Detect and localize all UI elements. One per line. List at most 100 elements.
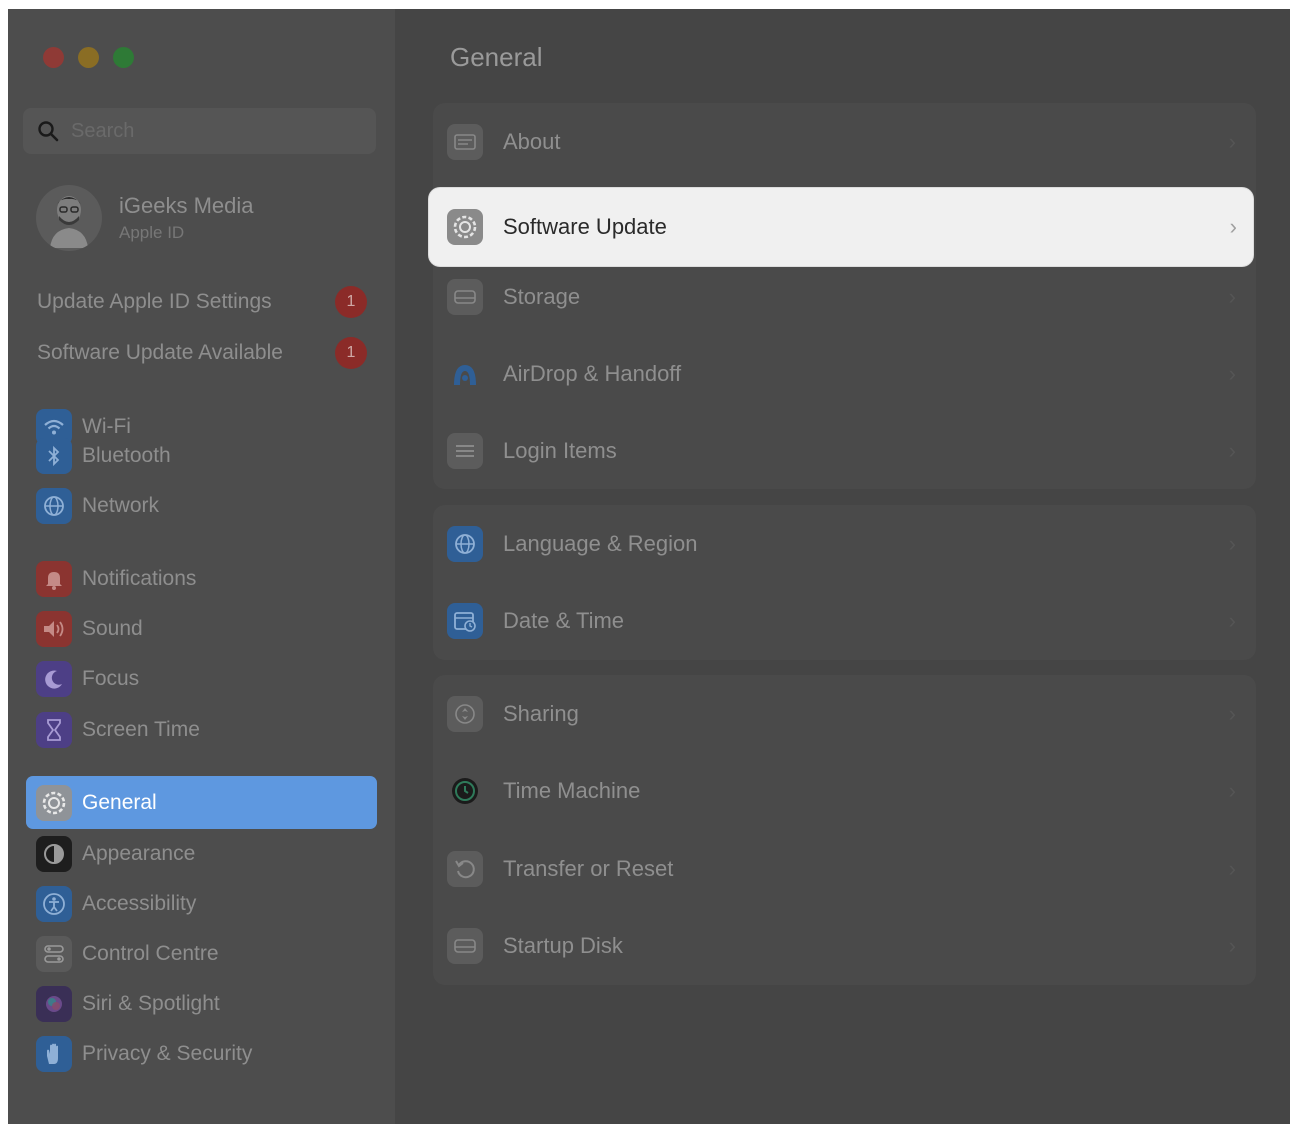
row-label: About xyxy=(503,128,561,154)
software-update-icon xyxy=(447,209,483,245)
row-startup-disk[interactable]: Startup Disk › xyxy=(433,907,1256,984)
about-icon xyxy=(447,123,483,160)
sidebar-item-focus[interactable]: Focus xyxy=(36,661,139,697)
profile-subtitle: Apple ID xyxy=(119,223,185,242)
update-apple-id-settings-row[interactable]: Update Apple ID Settings 1 xyxy=(37,286,367,318)
chevron-right-icon: › xyxy=(1228,777,1236,803)
row-sharing[interactable]: Sharing › xyxy=(433,675,1256,752)
hand-icon xyxy=(36,1036,72,1072)
bluetooth-icon xyxy=(36,438,72,474)
sidebar-item-label: Control Centre xyxy=(82,942,219,965)
main-pane: General About › Storage › AirDrop & Hand… xyxy=(395,9,1290,1124)
disk-icon xyxy=(447,927,483,964)
profile-name: iGeeks Media xyxy=(119,193,254,218)
row-transfer-reset[interactable]: Transfer or Reset › xyxy=(433,830,1256,907)
row-label: Language & Region xyxy=(503,530,698,556)
sidebar-item-control-centre[interactable]: Control Centre xyxy=(36,936,219,972)
airdrop-icon xyxy=(447,356,483,392)
row-storage[interactable]: Storage › xyxy=(433,258,1256,335)
row-software-update[interactable]: Software Update › xyxy=(429,188,1253,266)
chevron-right-icon: › xyxy=(1228,700,1236,726)
chevron-right-icon: › xyxy=(1228,360,1236,386)
settings-group-3: Sharing › Time Machine › Transfer or Res… xyxy=(433,675,1256,985)
row-label: Login Items xyxy=(503,437,617,463)
appearance-icon xyxy=(36,836,72,872)
sidebar-item-label: Screen Time xyxy=(82,718,200,741)
sidebar-item-label: Appearance xyxy=(82,842,196,865)
row-label: Software Update xyxy=(503,214,667,239)
system-settings-window: iGeeks Media Apple ID Update Apple ID Se… xyxy=(8,9,1290,1124)
sidebar-item-label: Notifications xyxy=(82,567,197,590)
sidebar-item-label: Privacy & Security xyxy=(82,1042,253,1065)
sidebar: iGeeks Media Apple ID Update Apple ID Se… xyxy=(8,9,395,1124)
sidebar-item-bluetooth[interactable]: Bluetooth xyxy=(36,438,171,474)
hourglass-icon xyxy=(36,712,72,748)
chevron-right-icon: › xyxy=(1228,607,1236,633)
accessibility-icon xyxy=(36,886,72,922)
chevron-right-icon: › xyxy=(1228,437,1236,463)
alert-label: Update Apple ID Settings xyxy=(37,290,272,313)
login-items-icon xyxy=(447,432,483,469)
sidebar-item-sound[interactable]: Sound xyxy=(36,611,143,647)
bell-icon xyxy=(36,561,72,597)
close-window-button[interactable] xyxy=(43,47,64,68)
zoom-window-button[interactable] xyxy=(113,47,134,68)
storage-icon xyxy=(447,278,483,315)
apple-id-profile[interactable]: iGeeks Media Apple ID xyxy=(36,185,254,251)
row-label: Storage xyxy=(503,283,581,309)
sidebar-item-label: Focus xyxy=(82,667,140,690)
row-login-items[interactable]: Login Items › xyxy=(433,412,1256,489)
row-date-time[interactable]: Date & Time › xyxy=(433,582,1256,659)
chevron-right-icon: › xyxy=(1229,214,1237,239)
globe-icon xyxy=(36,488,72,524)
search-field[interactable] xyxy=(23,108,376,154)
sidebar-item-label: Accessibility xyxy=(82,892,197,915)
reset-icon xyxy=(447,850,483,887)
sidebar-item-siri-spotlight[interactable]: Siri & Spotlight xyxy=(36,986,220,1022)
moon-icon xyxy=(36,661,72,697)
sidebar-item-network[interactable]: Network xyxy=(36,488,159,524)
row-time-machine[interactable]: Time Machine › xyxy=(433,752,1256,829)
sidebar-item-label: Sound xyxy=(82,617,143,640)
search-input[interactable] xyxy=(69,118,343,144)
page-title: General xyxy=(450,42,543,72)
row-label: AirDrop & Handoff xyxy=(503,360,682,386)
window-controls xyxy=(43,47,134,68)
sidebar-item-appearance[interactable]: Appearance xyxy=(36,836,195,872)
calendar-clock-icon xyxy=(447,602,483,639)
control-centre-icon xyxy=(36,936,72,972)
chevron-right-icon: › xyxy=(1228,855,1236,881)
sidebar-item-notifications[interactable]: Notifications xyxy=(36,561,196,597)
software-update-available-row[interactable]: Software Update Available 1 xyxy=(37,337,367,369)
row-language-region[interactable]: Language & Region › xyxy=(433,505,1256,582)
settings-group-2: Language & Region › Date & Time › xyxy=(433,505,1256,660)
row-label: Startup Disk xyxy=(503,932,623,958)
language-globe-icon xyxy=(447,525,483,562)
gear-icon xyxy=(36,784,72,821)
chevron-right-icon: › xyxy=(1228,530,1236,556)
settings-group-1: About › Storage › AirDrop & Handoff › Lo… xyxy=(433,103,1256,489)
sidebar-item-accessibility[interactable]: Accessibility xyxy=(36,886,196,922)
sidebar-item-general[interactable]: General xyxy=(26,776,377,829)
chevron-right-icon: › xyxy=(1228,128,1236,154)
sidebar-item-label: Wi-Fi xyxy=(82,415,131,438)
sidebar-item-label: Siri & Spotlight xyxy=(82,992,220,1015)
search-icon xyxy=(38,121,59,142)
notification-badge: 1 xyxy=(335,337,367,369)
row-airdrop-handoff[interactable]: AirDrop & Handoff › xyxy=(433,335,1256,412)
row-label: Time Machine xyxy=(503,777,641,803)
minimize-window-button[interactable] xyxy=(78,47,99,68)
alert-label: Software Update Available xyxy=(37,341,283,364)
sidebar-item-screen-time[interactable]: Screen Time xyxy=(36,712,200,748)
avatar xyxy=(36,185,102,251)
sharing-icon xyxy=(447,695,483,732)
row-label: Transfer or Reset xyxy=(503,855,674,881)
row-about[interactable]: About › xyxy=(433,103,1256,180)
sidebar-item-privacy-security[interactable]: Privacy & Security xyxy=(36,1036,252,1072)
speaker-icon xyxy=(36,611,72,647)
row-label: Date & Time xyxy=(503,607,625,633)
notification-badge: 1 xyxy=(335,286,367,318)
sidebar-item-label: General xyxy=(82,790,157,814)
time-machine-icon xyxy=(447,773,483,809)
sidebar-item-label: Bluetooth xyxy=(82,444,171,467)
